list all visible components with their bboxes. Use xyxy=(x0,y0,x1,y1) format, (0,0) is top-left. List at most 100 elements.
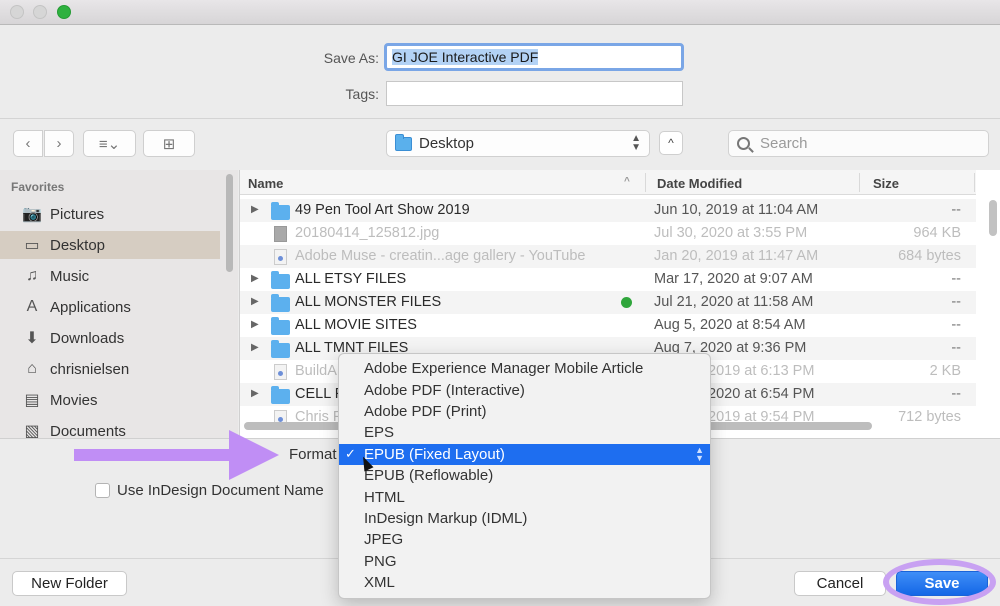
folder-icon xyxy=(271,202,290,220)
disclosure-triangle-icon[interactable]: ▶ xyxy=(251,388,259,399)
disclosure-triangle-icon[interactable]: ▶ xyxy=(251,273,259,284)
menu-item-label: EPUB (Reflowable) xyxy=(364,467,494,485)
file-row[interactable]: ▶ ALL MOVIE SITES Aug 5, 2020 at 8:54 AM… xyxy=(240,314,976,337)
desktop-icon: ▭ xyxy=(24,237,40,254)
file-list-header: Name ^ Date Modified Size xyxy=(240,170,976,195)
minimize-window-button[interactable] xyxy=(33,5,47,19)
format-option[interactable]: Adobe Experience Manager Mobile Article xyxy=(339,358,710,379)
column-name-header[interactable]: Name xyxy=(248,176,283,191)
sidebar: Favorites 📷 Pictures ▭ Desktop ♫ Music A… xyxy=(0,170,238,438)
file-date: Aug 5, 2020 at 8:54 AM xyxy=(654,317,806,333)
file-row[interactable]: Adobe Muse - creatin...age gallery - You… xyxy=(240,245,976,268)
use-document-name-option[interactable]: Use InDesign Document Name xyxy=(95,482,324,499)
format-option[interactable]: HTML xyxy=(339,486,710,507)
disclosure-triangle-icon[interactable]: ▶ xyxy=(251,296,259,307)
format-option[interactable]: JPEG xyxy=(339,529,710,550)
format-option[interactable]: Adobe PDF (Print) xyxy=(339,401,710,422)
updown-chevron-icon: ▲ ▼ xyxy=(631,133,641,153)
sidebar-item-documents[interactable]: ▧ Documents xyxy=(0,417,220,439)
sidebar-item-label: Downloads xyxy=(50,329,125,347)
file-name: Adobe Muse - creatin...age gallery - You… xyxy=(295,248,586,264)
format-dropdown-menu: Adobe Experience Manager Mobile Article … xyxy=(338,353,711,599)
sidebar-item-pictures[interactable]: 📷 Pictures xyxy=(0,200,220,228)
checkmark-icon: ✓ xyxy=(345,446,356,462)
format-label: Format xyxy=(289,446,337,463)
forward-button[interactable]: › xyxy=(44,130,74,157)
menu-item-label: EPUB (Fixed Layout) xyxy=(364,445,505,463)
location-popup[interactable]: Desktop ▲ ▼ xyxy=(386,130,650,157)
applications-icon: A xyxy=(26,298,38,315)
menu-item-label: InDesign Markup (IDML) xyxy=(364,509,528,527)
list-view-icon: ≡⌄ xyxy=(98,135,121,153)
annotation-arrow xyxy=(74,449,234,461)
sidebar-heading: Favorites xyxy=(11,180,65,194)
folder-icon xyxy=(395,133,412,151)
new-folder-button[interactable]: New Folder xyxy=(12,571,127,596)
search-field[interactable]: Search xyxy=(728,130,989,157)
file-size: 684 bytes xyxy=(898,248,961,264)
file-name: BuildA xyxy=(295,363,337,379)
close-window-button[interactable] xyxy=(10,5,24,19)
format-option[interactable]: InDesign Markup (IDML) xyxy=(339,508,710,529)
column-divider[interactable] xyxy=(859,173,860,192)
folder-icon xyxy=(271,386,290,404)
new-folder-icon-button[interactable]: ⊞ xyxy=(143,130,195,157)
collapse-dialog-button[interactable]: ^ xyxy=(659,131,683,155)
tags-input[interactable] xyxy=(386,81,683,106)
format-option[interactable]: EPUB (Reflowable) xyxy=(339,465,710,486)
format-option[interactable]: EPS xyxy=(339,422,710,443)
disclosure-triangle-icon[interactable]: ▶ xyxy=(251,319,259,330)
location-label: Desktop xyxy=(419,135,475,152)
file-list-vertical-scrollbar[interactable] xyxy=(989,200,997,236)
file-row[interactable]: ▶ ALL ETSY FILES Mar 17, 2020 at 9:07 AM… xyxy=(240,268,976,291)
format-option[interactable]: PNG xyxy=(339,551,710,572)
column-divider[interactable] xyxy=(645,173,646,192)
view-options-button[interactable]: ≡⌄ xyxy=(83,130,136,157)
disclosure-triangle-icon[interactable]: ▶ xyxy=(251,342,259,353)
format-option[interactable]: Adobe PDF (Interactive) xyxy=(339,379,710,400)
cancel-button[interactable]: Cancel xyxy=(794,571,886,596)
menu-item-label: Adobe PDF (Print) xyxy=(364,402,487,420)
file-size: 712 bytes xyxy=(898,409,961,425)
save-as-input[interactable]: GI JOE Interactive PDF xyxy=(384,43,684,71)
sidebar-item-desktop[interactable]: ▭ Desktop xyxy=(0,231,220,259)
file-size: -- xyxy=(951,294,961,310)
sidebar-item-home[interactable]: ⌂ chrisnielsen xyxy=(0,355,220,383)
file-row[interactable]: ▶ ALL MONSTER FILES Jul 21, 2020 at 11:5… xyxy=(240,291,976,314)
file-name: 49 Pen Tool Art Show 2019 xyxy=(295,202,470,218)
sidebar-item-applications[interactable]: A Applications xyxy=(0,293,220,321)
file-date: Jul 30, 2020 at 3:55 PM xyxy=(654,225,808,241)
menu-item-label: HTML xyxy=(364,488,405,506)
file-size: -- xyxy=(951,340,961,356)
column-divider[interactable] xyxy=(974,173,975,192)
sidebar-scrollbar[interactable] xyxy=(226,174,233,272)
chevron-right-icon: › xyxy=(56,135,62,152)
sidebar-item-movies[interactable]: ▤ Movies xyxy=(0,386,220,414)
back-button[interactable]: ‹ xyxy=(13,130,43,157)
zoom-window-button[interactable] xyxy=(57,5,71,19)
format-option[interactable]: XML xyxy=(339,572,710,593)
chevron-left-icon: ‹ xyxy=(25,135,31,152)
file-row[interactable]: 20180414_125812.jpg Jul 30, 2020 at 3:55… xyxy=(240,222,976,245)
tags-label: Tags: xyxy=(345,86,379,102)
save-button[interactable]: Save xyxy=(896,571,988,596)
folder-icon xyxy=(271,317,290,335)
use-document-name-label: Use InDesign Document Name xyxy=(117,482,324,499)
column-size-header[interactable]: Size xyxy=(873,176,899,191)
menu-item-label: XML xyxy=(364,574,395,592)
folder-plus-icon: ⊞ xyxy=(162,135,176,153)
sidebar-item-label: Documents xyxy=(50,422,126,439)
sidebar-item-label: Music xyxy=(50,267,90,285)
file-row[interactable]: ▶ 49 Pen Tool Art Show 2019 Jun 10, 2019… xyxy=(240,199,976,222)
file-date: 2019 at 6:13 PM xyxy=(708,363,815,379)
file-size: -- xyxy=(951,202,961,218)
use-document-name-checkbox[interactable] xyxy=(95,483,110,498)
column-date-header[interactable]: Date Modified xyxy=(657,176,742,191)
sidebar-item-downloads[interactable]: ⬇ Downloads xyxy=(0,324,220,352)
file-date: Jun 10, 2019 at 11:04 AM xyxy=(654,202,819,218)
format-option-selected[interactable]: ✓ EPUB (Fixed Layout) ▲ ▼ xyxy=(339,443,710,465)
title-bar xyxy=(0,0,1000,25)
sidebar-item-music[interactable]: ♫ Music xyxy=(0,262,220,290)
music-note-icon: ♫ xyxy=(26,267,38,284)
disclosure-triangle-icon[interactable]: ▶ xyxy=(251,204,259,215)
